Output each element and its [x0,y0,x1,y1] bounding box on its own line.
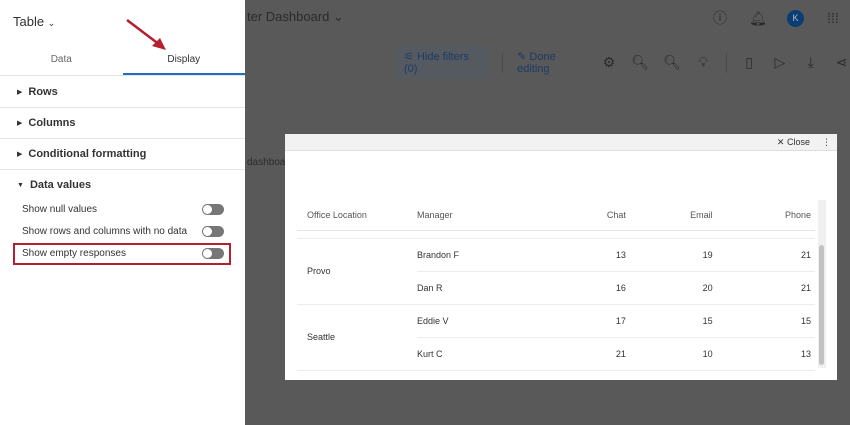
column-header: Email [629,200,717,231]
manager-cell: Kurt C [417,337,555,371]
location-cell: Provo [297,238,417,305]
manager-cell: Brandon F [417,238,555,272]
phone-cell: 13 [716,337,815,371]
table-header-row: Office Location Manager Chat Email Phone [297,200,815,231]
column-header: Chat [554,200,630,231]
email-cell: 10 [629,337,717,371]
modal-header: ✕ Close ⋮ [285,134,837,151]
close-icon: ✕ [776,136,785,147]
chat-cell: 13 [554,238,630,272]
table-row: Provo Brandon F 13 19 21 [297,238,815,305]
column-header: Manager [417,200,555,231]
column-header: Office Location [297,200,417,231]
manager-cell: Dan R [417,271,555,305]
email-cell: 20 [629,271,717,305]
location-cell: Seattle [297,304,417,371]
email-cell: 19 [629,238,717,272]
more-options-icon[interactable]: ⋮ [822,137,831,148]
data-table: Office Location Manager Chat Email Phone… [297,200,815,371]
table-scrollbar[interactable] [818,200,826,368]
chat-cell: 21 [554,337,630,371]
phone-cell: 15 [716,304,815,338]
phone-cell: 21 [716,271,815,305]
chat-cell: 17 [554,304,630,338]
phone-cell: 21 [716,238,815,272]
column-header: Phone [716,200,815,231]
table-preview-modal: ✕ Close ⋮ Office Location Manager Chat E… [285,134,837,380]
manager-cell: Eddie V [417,304,555,338]
chat-cell: 16 [554,271,630,305]
table-row: Seattle Eddie V 17 15 15 [297,304,815,371]
scrollbar-thumb[interactable] [819,245,824,365]
close-button[interactable]: ✕ Close [777,137,810,148]
email-cell: 15 [629,304,717,338]
